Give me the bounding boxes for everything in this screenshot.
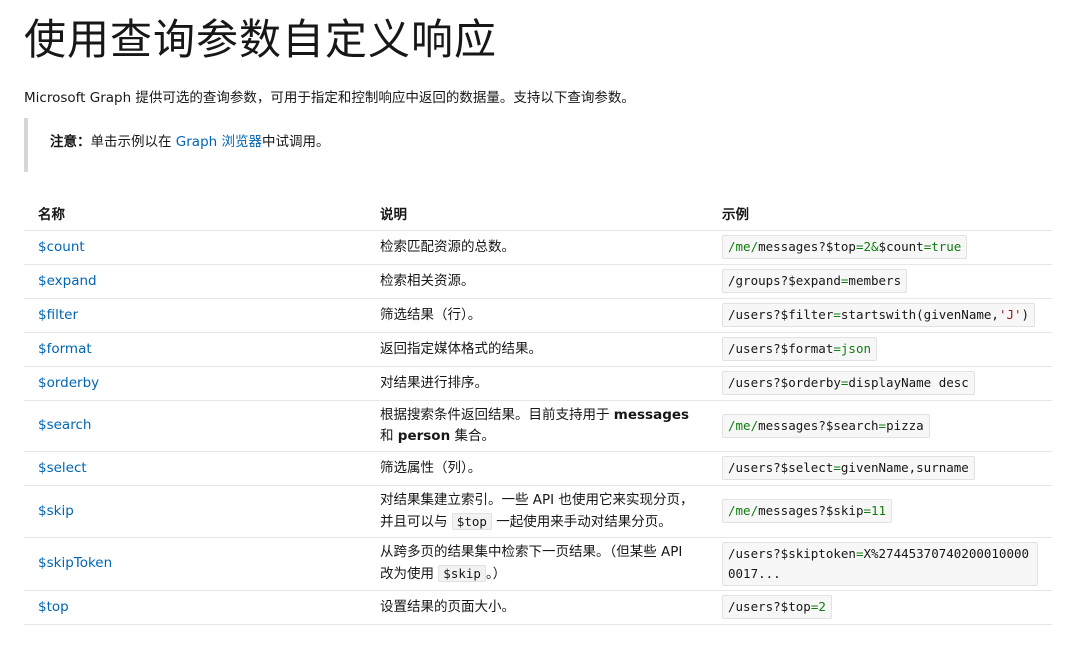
table-row: $skip 对结果集建立索引。一些 API 也使用它来实现分页，并且可以与 $t… — [24, 485, 1052, 538]
example-code[interactable]: /groups?$expand=members — [722, 269, 908, 293]
desc-text: 。） — [485, 566, 507, 582]
desc-text: 从跨多页的结果集中检索下一页结果。（但某些 API 改为使用 — [380, 544, 683, 582]
example-code[interactable]: /me/messages?$top=2&$count=true — [722, 235, 968, 259]
param-description: 设置结果的页面大小。 — [366, 590, 708, 625]
param-link-skiptoken[interactable]: $skipToken — [38, 555, 112, 571]
intro-text: Microsoft Graph 提供可选的查询参数，可用于指定和控制响应中返回的… — [24, 90, 635, 106]
page-title: 使用查询参数自定义响应 — [24, 15, 498, 64]
example-code[interactable]: /users?$select=givenName,surname — [722, 456, 975, 480]
param-description: 对结果集建立索引。一些 API 也使用它来实现分页，并且可以与 $top 一起使… — [366, 485, 708, 538]
param-description: 对结果进行排序。 — [366, 366, 708, 401]
param-link-top[interactable]: $top — [38, 599, 69, 615]
page: 使用查询参数自定义响应 Microsoft Graph 提供可选的查询参数，可用… — [0, 0, 1080, 657]
param-link-select[interactable]: $select — [38, 460, 87, 476]
desc-text: 一起使用来手动对结果分页。 — [491, 513, 672, 530]
param-description: 从跨多页的结果集中检索下一页结果。（但某些 API 改为使用 $skip。） — [366, 537, 708, 591]
table-row: $select 筛选属性（列）。 /users?$select=givenNam… — [24, 451, 1052, 486]
desc-text: 集合。 — [450, 427, 495, 444]
example-code[interactable]: /users?$format=json — [722, 337, 877, 361]
param-description: 根据搜索条件返回结果。目前支持用于 messages 和 person 集合。 — [366, 400, 708, 452]
table-row: $format 返回指定媒体格式的结果。 /users?$format=json — [24, 332, 1052, 367]
param-link-orderby[interactable]: $orderby — [38, 375, 99, 391]
inline-code: $skip — [438, 565, 486, 582]
header-example: 示例 — [708, 196, 1052, 231]
example-code[interactable]: /users?$skiptoken=X%27445370740200010000… — [722, 541, 1038, 586]
desc-text: 和 — [380, 427, 398, 444]
table-header-row: 名称 说明 示例 — [24, 196, 1052, 231]
table-row: $expand 检索相关资源。 /groups?$expand=members — [24, 264, 1052, 299]
param-description: 筛选结果（行）。 — [366, 298, 708, 333]
example-code[interactable]: /users?$orderby=displayName desc — [722, 371, 975, 395]
param-description: 检索相关资源。 — [366, 264, 708, 299]
note-box: 注意：单击示例以在 Graph 浏览器中试调用。 — [24, 118, 1050, 172]
query-parameters-table: 名称 说明 示例 $count 检索匹配资源的总数。 /me/messages?… — [24, 196, 1052, 625]
table-row: $filter 筛选结果（行）。 /users?$filter=startswi… — [24, 298, 1052, 333]
param-description: 筛选属性（列）。 — [366, 451, 708, 486]
example-code[interactable]: /users?$filter=startswith(givenName,'J') — [722, 303, 1036, 327]
note-after: 中试调用。 — [262, 134, 330, 150]
table-row: $search 根据搜索条件返回结果。目前支持用于 messages 和 per… — [24, 400, 1052, 452]
param-link-format[interactable]: $format — [38, 341, 92, 357]
param-link-filter[interactable]: $filter — [38, 307, 78, 323]
table-row: $orderby 对结果进行排序。 /users?$orderby=displa… — [24, 366, 1052, 401]
example-code[interactable]: /me/messages?$search=pizza — [722, 413, 930, 438]
param-description: 检索匹配资源的总数。 — [366, 230, 708, 265]
graph-explorer-link[interactable]: Graph 浏览器 — [176, 134, 262, 150]
desc-bold: person — [397, 427, 451, 444]
header-name: 名称 — [24, 196, 366, 231]
table-row: $skipToken 从跨多页的结果集中检索下一页结果。（但某些 API 改为使… — [24, 537, 1052, 591]
example-code[interactable]: /users?$top=2 — [722, 595, 832, 619]
param-link-skip[interactable]: $skip — [38, 503, 74, 519]
inline-code: $top — [451, 512, 492, 530]
param-description: 返回指定媒体格式的结果。 — [366, 332, 708, 367]
note-text: 注意：单击示例以在 Graph 浏览器中试调用。 — [50, 130, 330, 150]
table-row: $count 检索匹配资源的总数。 /me/messages?$top=2&$c… — [24, 230, 1052, 265]
desc-bold: messages — [613, 406, 690, 423]
example-code[interactable]: /me/messages?$skip=11 — [722, 499, 893, 523]
param-link-search[interactable]: $search — [38, 417, 91, 433]
table-row: $top 设置结果的页面大小。 /users?$top=2 — [24, 590, 1052, 625]
note-before: 单击示例以在 — [90, 134, 176, 150]
param-link-expand[interactable]: $expand — [38, 273, 97, 289]
desc-text: 根据搜索条件返回结果。目前支持用于 — [380, 406, 614, 423]
param-link-count[interactable]: $count — [38, 239, 85, 255]
note-label: 注意： — [50, 134, 91, 150]
header-description: 说明 — [366, 196, 708, 231]
